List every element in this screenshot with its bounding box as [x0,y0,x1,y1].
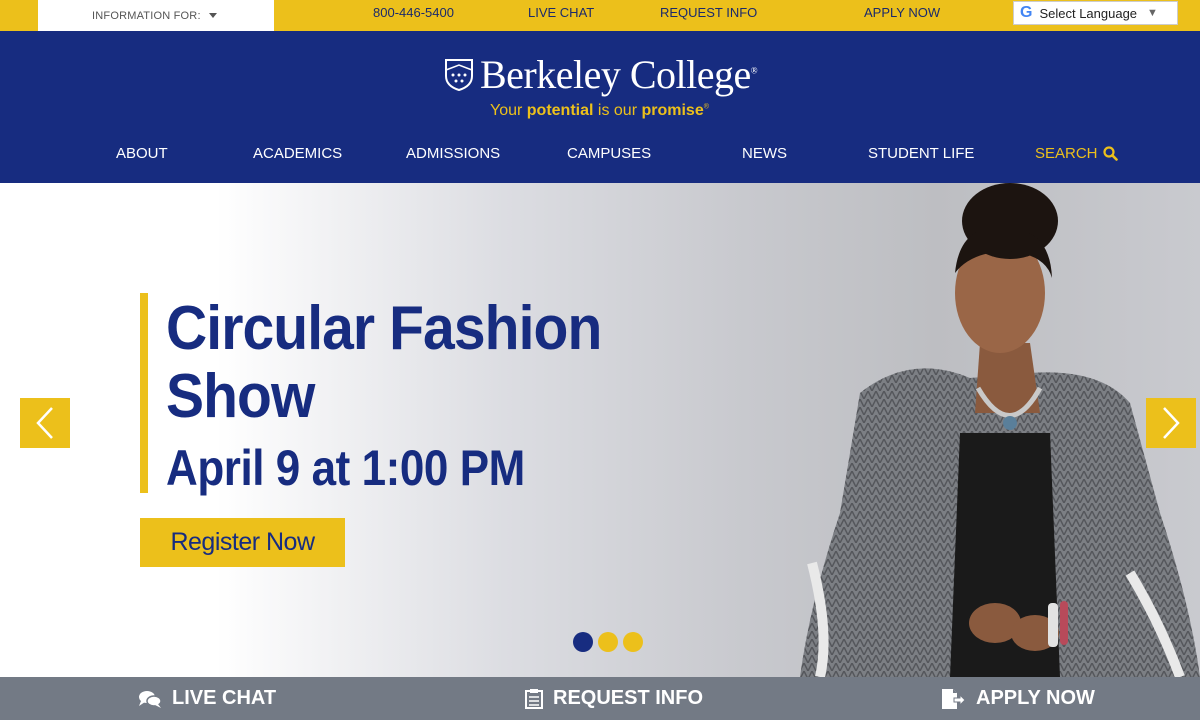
tagline-part-4: promise [641,102,704,119]
nav-item-admissions[interactable]: ADMISSIONS [406,145,500,162]
brand-name: Berkeley College® [480,51,758,98]
carousel-dot-3[interactable] [623,632,643,652]
brand-text: Berkeley College [480,52,751,97]
utility-bar: INFORMATION FOR: 800-446-5400 LIVE CHAT … [0,0,1200,31]
apply-now-link[interactable]: APPLY NOW [864,0,940,31]
tagline-part-3: is our [593,102,642,119]
nav-item-campuses[interactable]: CAMPUSES [567,145,651,162]
carousel-dot-2[interactable] [598,632,618,652]
request-info-link[interactable]: REQUEST INFO [660,0,757,31]
nav-item-student-life[interactable]: STUDENT LIFE [868,145,974,162]
chevron-right-icon [1163,407,1180,439]
register-now-button[interactable]: Register Now [140,518,345,567]
bottom-apply-now-button[interactable]: APPLY NOW [940,677,1095,720]
caret-down-icon [208,13,217,18]
bottom-live-chat-label: LIVE CHAT [172,687,277,709]
bottom-apply-now-label: APPLY NOW [976,687,1095,709]
carousel-dot-1[interactable] [573,632,593,652]
information-for-dropdown[interactable]: INFORMATION FOR: [38,0,274,31]
nav-item-about[interactable]: ABOUT [116,145,168,162]
tagline-part-1: Your [490,102,527,119]
language-arrow: ▼ [1147,7,1158,19]
brand-registered-mark: ® [750,65,758,76]
information-for-label: INFORMATION FOR: [92,9,201,22]
phone-link[interactable]: 800-446-5400 [373,0,454,31]
carousel-prev-button[interactable] [20,398,70,448]
hero-title: Circular Fashion Show [166,295,681,431]
search-icon [1102,146,1118,161]
shield-icon [445,58,473,91]
tagline: Your potential is our promise® [490,102,709,120]
chat-icon [139,690,162,708]
hero-title-line-1: Circular Fashion [166,294,602,363]
form-icon [525,688,543,709]
bottom-request-info-button[interactable]: REQUEST INFO [525,677,703,720]
nav-item-academics[interactable]: ACADEMICS [253,145,342,162]
google-icon: G [1020,4,1033,21]
bottom-live-chat-button[interactable]: LIVE CHAT [138,677,276,720]
bottom-request-info-label: REQUEST INFO [553,687,704,709]
tagline-part-2: potential [526,102,594,119]
hero-date: April 9 at 1:00 PM [166,440,525,496]
chevron-left-icon [36,407,53,439]
apply-icon [942,688,966,709]
model-photo [800,183,1200,677]
nav-search-button[interactable]: SEARCH [1035,145,1118,162]
language-label: Select Language [1039,5,1138,21]
tagline-registered-mark: ® [703,103,709,111]
search-label: SEARCH [1035,145,1098,162]
carousel-dots [573,632,643,652]
hero-accent-bar [140,293,148,493]
hero-carousel: Circular Fashion Show April 9 at 1:00 PM… [0,183,1200,677]
live-chat-link[interactable]: LIVE CHAT [528,0,594,31]
logo[interactable]: Berkeley College® [444,51,758,98]
bottom-action-bar: LIVE CHAT REQUEST INFO APPLY NOW [0,677,1200,720]
hero-title-line-2: Show [166,362,315,431]
site-header: Berkeley College® Your potential is our … [0,31,1200,183]
nav-item-news[interactable]: NEWS [742,145,787,162]
carousel-next-button[interactable] [1146,398,1196,448]
language-select[interactable]: G Select Language ▼ [1013,1,1178,25]
